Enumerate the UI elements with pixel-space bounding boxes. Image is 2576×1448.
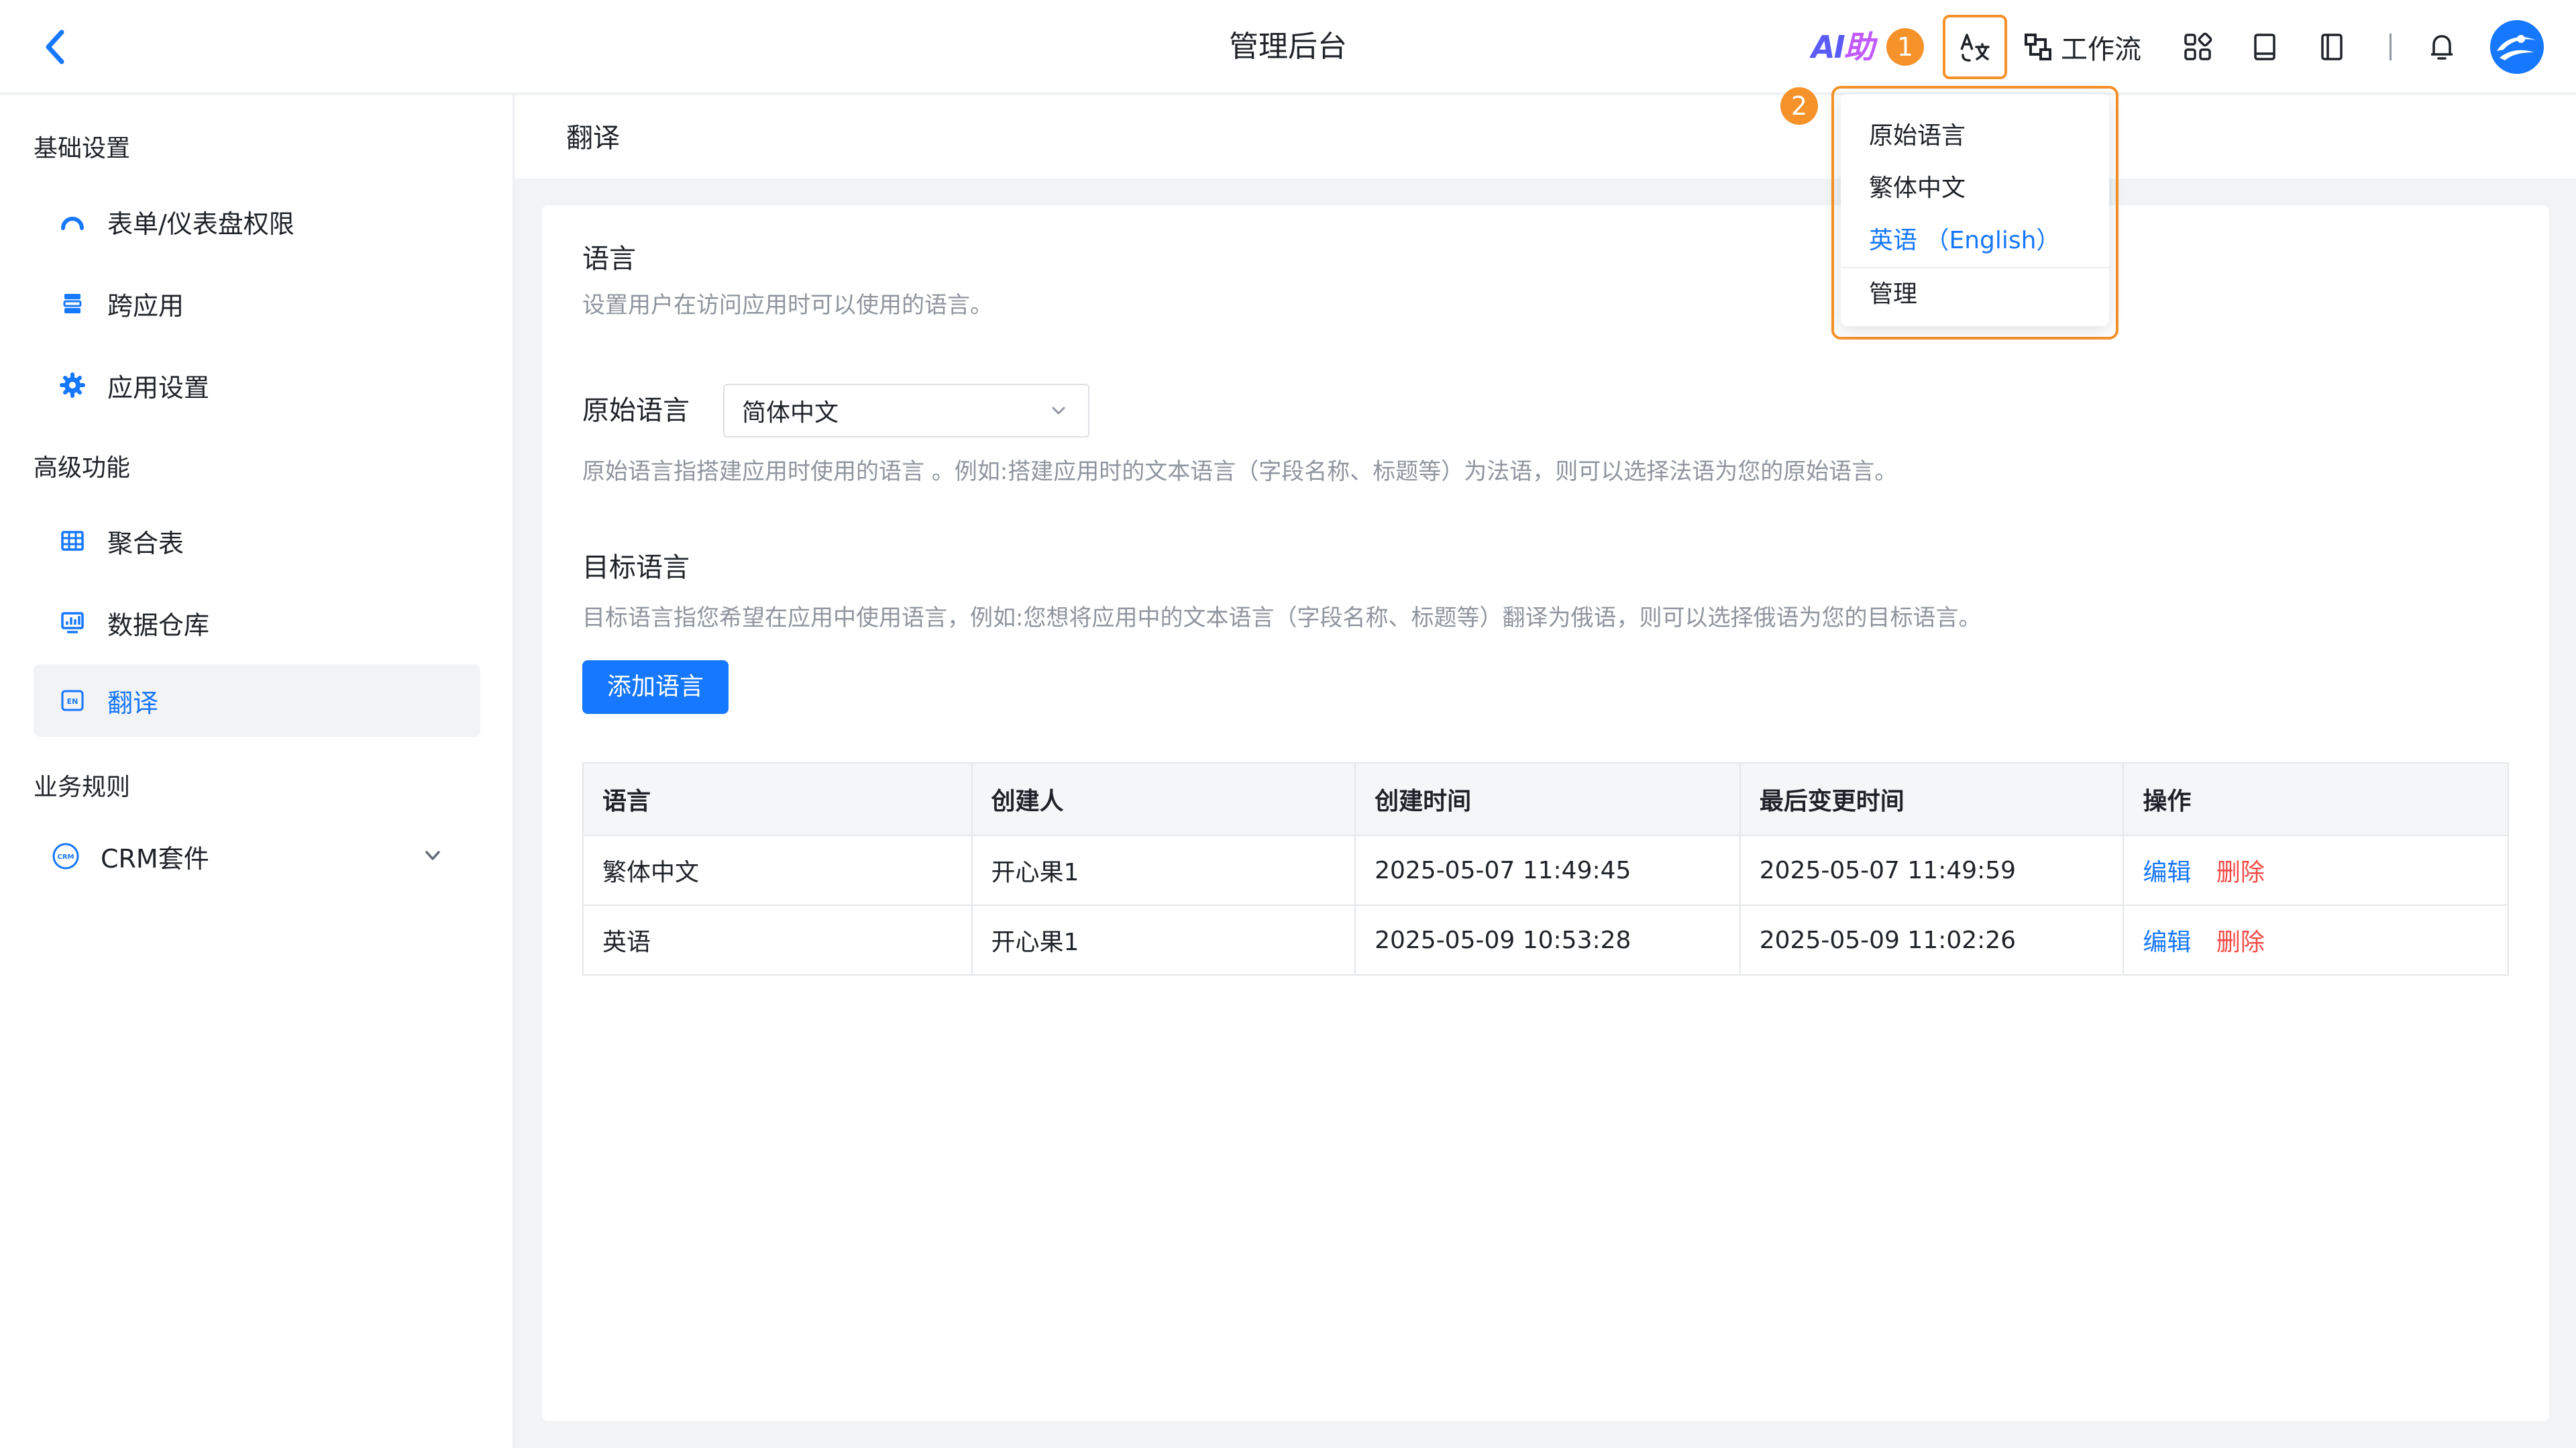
delete-link[interactable]: 删除 — [2216, 859, 2265, 886]
translate-en-icon: EN — [58, 686, 87, 715]
sidebar-item-form-permissions[interactable]: 表单/仪表盘权限 — [34, 185, 480, 258]
sidebar-item-label: 翻译 — [107, 688, 159, 718]
svg-text:CRM: CRM — [58, 854, 74, 861]
original-language-value: 简体中文 — [742, 399, 839, 427]
sidebar-item-label: 表单/仪表盘权限 — [107, 209, 294, 239]
column-header-created-time: 创建时间 — [1354, 762, 1741, 836]
column-header-modified-time: 最后变更时间 — [1739, 762, 2125, 836]
sidebar-item-translation[interactable]: EN 翻译 — [34, 664, 480, 737]
apps-grid-icon — [2184, 32, 2212, 60]
original-language-desc: 原始语言指搭建应用时使用的语言 。例如:搭建应用时的文本语言（字段名称、标题等）… — [582, 458, 1898, 485]
sidebar-item-label: CRM套件 — [101, 843, 209, 874]
column-header-actions: 操作 — [2123, 762, 2509, 836]
menu-item-manage[interactable]: 管理 — [1841, 268, 2109, 321]
sidebar-item-label: 跨应用 — [107, 291, 184, 321]
sidebar-item-label: 数据仓库 — [107, 610, 210, 640]
cell-creator: 开心果1 — [971, 835, 1356, 906]
cell-actions: 编辑 删除 — [2123, 835, 2509, 906]
sidebar-group-advanced: 高级功能 — [34, 454, 131, 482]
sidebar-item-cross-app[interactable]: 跨应用 — [34, 267, 480, 340]
ai-logo-zh: 助 — [1843, 29, 1875, 65]
edit-link[interactable]: 编辑 — [2143, 929, 2191, 956]
chevron-down-icon[interactable] — [423, 845, 443, 868]
apps-grid-button[interactable] — [2178, 27, 2218, 67]
cell-created-time: 2025-05-07 11:49:45 — [1354, 835, 1741, 906]
ai-logo-text: AI — [1811, 29, 1845, 65]
sidebar: 基础设置 表单/仪表盘权限 跨应用 应用设置 高级功能 聚合表 数据仓库 EN — [0, 95, 514, 1448]
column-header-creator: 创建人 — [971, 762, 1356, 836]
edit-link[interactable]: 编辑 — [2143, 859, 2191, 886]
cell-modified-time: 2025-05-07 11:49:59 — [1739, 835, 2125, 906]
cell-actions: 编辑 删除 — [2123, 904, 2509, 976]
table-header-row: 语言 创建人 创建时间 最后变更时间 操作 — [582, 762, 2509, 836]
target-language-desc: 目标语言指您希望在应用中使用语言，例如:您想将应用中的文本语言（字段名称、标题等… — [582, 605, 1982, 631]
table-icon — [58, 526, 87, 556]
bell-icon — [2431, 35, 2453, 60]
menu-item-traditional-chinese[interactable]: 繁体中文 — [1841, 162, 2109, 215]
user-avatar[interactable] — [2490, 20, 2544, 74]
notebook-button[interactable] — [2312, 27, 2352, 67]
subheader-title: 翻译 — [566, 123, 620, 154]
workflow-icon — [2025, 34, 2051, 60]
delete-link[interactable]: 删除 — [2216, 929, 2265, 956]
sidebar-item-label: 聚合表 — [107, 528, 184, 558]
translation-settings-card: 语言 设置用户在访问应用时可以使用的语言。 原始语言 简体中文 原始语言指搭建应… — [542, 205, 2549, 1421]
cell-creator: 开心果1 — [971, 904, 1356, 976]
ai-assistant-logo[interactable]: AI助 — [1811, 28, 1875, 66]
avatar-logo-icon — [2490, 20, 2544, 74]
back-button[interactable] — [35, 25, 75, 68]
workflow-button[interactable]: 工作流 — [2023, 25, 2141, 68]
sidebar-item-data-warehouse[interactable]: 数据仓库 — [34, 586, 480, 659]
notebook-icon — [2321, 34, 2343, 60]
cell-language: 英语 — [582, 904, 973, 976]
add-language-button[interactable]: 添加语言 — [582, 660, 729, 714]
data-warehouse-icon — [58, 608, 87, 637]
svg-text:EN: EN — [67, 697, 78, 706]
translate-button[interactable] — [1943, 15, 2007, 79]
translate-icon — [1960, 34, 1990, 62]
sidebar-item-label: 应用设置 — [107, 372, 210, 403]
language-section-desc: 设置用户在访问应用时可以使用的语言。 — [582, 292, 993, 319]
cell-modified-time: 2025-05-09 11:02:26 — [1739, 904, 2125, 976]
sidebar-item-crm-suite[interactable]: CRM CRM套件 — [27, 820, 474, 892]
crm-icon: CRM — [51, 841, 80, 871]
language-section-title: 语言 — [582, 244, 636, 274]
column-header-language: 语言 — [582, 762, 973, 836]
language-table: 语言 创建人 创建时间 最后变更时间 操作 繁体中文 开心果1 2025-05-… — [582, 762, 2509, 976]
book-icon — [2254, 34, 2275, 60]
original-language-label: 原始语言 — [582, 395, 690, 426]
step-marker-2: 2 — [1780, 87, 1818, 125]
header-divider — [2390, 34, 2392, 60]
chevron-left-icon — [46, 30, 64, 64]
book-button[interactable] — [2245, 27, 2285, 67]
page-title: 管理后台 — [1229, 30, 1347, 64]
cross-app-icon — [58, 289, 87, 318]
menu-item-english[interactable]: 英语 （English） — [1841, 215, 2109, 267]
content-subheader: 翻译 — [515, 95, 2576, 178]
menu-item-original-language[interactable]: 原始语言 — [1841, 110, 2109, 162]
step-marker-1: 1 — [1886, 28, 1924, 66]
sidebar-item-app-settings[interactable]: 应用设置 — [34, 349, 480, 421]
sidebar-item-aggregate-table[interactable]: 聚合表 — [34, 505, 480, 577]
table-row: 英语 开心果1 2025-05-09 10:53:28 2025-05-09 1… — [582, 904, 2509, 976]
table-row: 繁体中文 开心果1 2025-05-07 11:49:45 2025-05-07… — [582, 835, 2509, 906]
sidebar-group-basic: 基础设置 — [34, 135, 131, 162]
cell-created-time: 2025-05-09 10:53:28 — [1354, 904, 1741, 976]
original-language-select[interactable]: 简体中文 — [723, 384, 1089, 437]
notification-button[interactable] — [2422, 27, 2462, 67]
language-switcher-menu: 原始语言 繁体中文 英语 （English） 管理 — [1841, 94, 2109, 326]
gear-icon — [58, 370, 87, 400]
chevron-down-icon — [1048, 400, 1069, 424]
top-header: 管理后台 AI助 1 工作流 — [0, 0, 2576, 94]
target-language-title: 目标语言 — [582, 552, 690, 583]
workflow-label: 工作流 — [2061, 34, 2141, 65]
sidebar-group-business-rules: 业务规则 — [34, 774, 131, 801]
cell-language: 繁体中文 — [582, 835, 973, 906]
gauge-icon — [58, 207, 87, 236]
